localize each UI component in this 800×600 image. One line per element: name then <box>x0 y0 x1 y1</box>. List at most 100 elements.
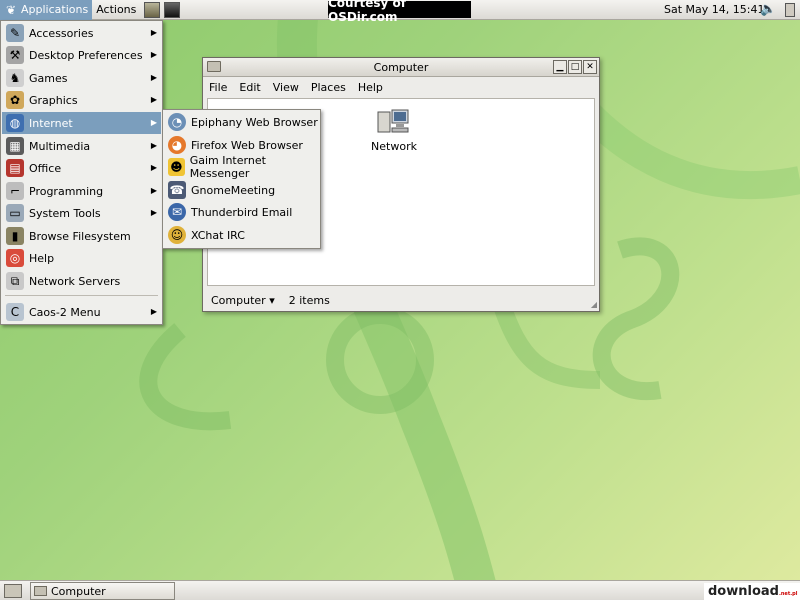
menu-item-multimedia[interactable]: ▦ Multimedia ▶ <box>2 135 161 157</box>
close-button[interactable]: ✕ <box>583 60 597 74</box>
location-dropdown[interactable]: Computer ▾ <box>211 294 275 307</box>
network-item-label[interactable]: Network <box>368 140 420 153</box>
show-desktop-icon[interactable] <box>4 584 22 598</box>
menu-item-network-servers[interactable]: ⧉ Network Servers <box>2 270 161 292</box>
folder-icon <box>34 586 47 596</box>
menu-item-label: Gaim Internet Messenger <box>189 154 266 180</box>
submenu-arrow-icon: ▶ <box>150 186 157 195</box>
menu-item-label: Network Servers <box>29 274 121 288</box>
menu-item-label: Games <box>29 71 68 85</box>
watermark-text: download <box>708 584 779 599</box>
filesystem-icon: ▮ <box>6 227 24 245</box>
menu-item-desktop-preferences[interactable]: ⚒ Desktop Preferences ▶ <box>2 44 161 66</box>
maximize-button[interactable]: □ <box>568 60 582 74</box>
menu-item-programming[interactable]: ⌐ Programming ▶ <box>2 180 161 202</box>
menu-item-label: Office <box>29 161 62 175</box>
joystick-icon: ♞ <box>6 69 24 87</box>
programming-icon: ⌐ <box>6 182 24 200</box>
file-manager-launcher-icon[interactable] <box>144 1 161 18</box>
window-titlebar[interactable]: Computer ▁ □ ✕ <box>203 58 599 77</box>
gnome-foot-icon: ❦ <box>5 2 17 17</box>
menu-separator <box>5 295 158 296</box>
item-count: 2 items <box>288 293 330 307</box>
menu-edit[interactable]: Edit <box>239 81 260 94</box>
menu-item-xchat[interactable]: ☺ XChat IRC <box>164 224 319 246</box>
menu-item-label: Accessories <box>29 26 94 40</box>
submenu-arrow-icon: ▶ <box>150 141 157 150</box>
power-icon[interactable] <box>785 3 795 17</box>
menu-item-caos-2-menu[interactable]: C Caos-2 Menu ▶ <box>2 301 161 323</box>
menu-item-label: System Tools <box>29 206 101 220</box>
preferences-icon: ⚒ <box>6 46 24 64</box>
download-watermark: download.net.pl <box>704 583 800 600</box>
lifebuoy-icon: ◎ <box>6 249 24 267</box>
accessories-icon: ✎ <box>6 24 24 42</box>
internet-submenu: ◔ Epiphany Web Browser ◕ Firefox Web Bro… <box>162 109 321 249</box>
epiphany-icon: ◔ <box>168 113 186 131</box>
submenu-arrow-icon: ▶ <box>150 50 157 59</box>
submenu-arrow-icon: ▶ <box>150 163 157 172</box>
menu-item-system-tools[interactable]: ▭ System Tools ▶ <box>2 202 161 224</box>
menu-item-label: GnomeMeeting <box>191 183 276 197</box>
actions-menu-button[interactable]: Actions <box>92 0 140 20</box>
menu-item-browse-filesystem[interactable]: ▮ Browse Filesystem <box>2 225 161 247</box>
xchat-icon: ☺ <box>168 226 186 244</box>
menu-places[interactable]: Places <box>311 81 346 94</box>
menu-item-office[interactable]: ▤ Office ▶ <box>2 157 161 179</box>
menu-item-label: XChat IRC <box>191 228 245 242</box>
submenu-arrow-icon: ▶ <box>150 73 157 82</box>
menu-help[interactable]: Help <box>358 81 383 94</box>
menu-item-games[interactable]: ♞ Games ▶ <box>2 67 161 89</box>
chevron-down-icon: ▾ <box>269 293 275 307</box>
submenu-arrow-icon: ▶ <box>150 208 157 217</box>
menu-item-accessories[interactable]: ✎ Accessories ▶ <box>2 22 161 44</box>
gnomemeeting-icon: ☎ <box>168 181 186 199</box>
menu-item-gnomemeeting[interactable]: ☎ GnomeMeeting <box>164 179 319 201</box>
menu-item-label: Epiphany Web Browser <box>191 115 318 129</box>
volume-icon[interactable]: 🔈 <box>760 2 776 17</box>
submenu-arrow-icon: ▶ <box>150 28 157 37</box>
network-icon[interactable] <box>376 108 412 138</box>
clock[interactable]: Sat May 14, 15:41 <box>664 3 764 16</box>
status-bar: Computer ▾ 2 items <box>207 290 595 310</box>
globe-icon: ◍ <box>6 114 24 132</box>
graphics-icon: ✿ <box>6 91 24 109</box>
system-tools-icon: ▭ <box>6 204 24 222</box>
menu-item-label: Internet <box>29 116 73 130</box>
applications-menu-button[interactable]: ❦ Applications <box>0 0 93 20</box>
menu-item-label: Graphics <box>29 93 78 107</box>
menu-item-thunderbird[interactable]: ✉ Thunderbird Email <box>164 201 319 223</box>
minimize-button[interactable]: ▁ <box>553 60 567 74</box>
gaim-icon: ☻ <box>168 158 185 176</box>
resize-grip-icon[interactable]: ◢ <box>591 300 597 309</box>
menu-item-label: Help <box>29 251 55 265</box>
menu-file[interactable]: File <box>209 81 227 94</box>
menu-item-gaim[interactable]: ☻ Gaim Internet Messenger <box>164 154 319 180</box>
office-icon: ▤ <box>6 159 24 177</box>
menu-item-label: Thunderbird Email <box>191 205 293 219</box>
menu-item-label: Browse Filesystem <box>29 229 131 243</box>
thunderbird-icon: ✉ <box>168 203 186 221</box>
window-title: Computer <box>373 61 429 74</box>
submenu-arrow-icon: ▶ <box>150 118 157 127</box>
menu-item-internet[interactable]: ◍ Internet ▶ <box>2 112 161 134</box>
menu-view[interactable]: View <box>273 81 299 94</box>
menu-item-label: Desktop Preferences <box>29 48 143 62</box>
applications-menu: ✎ Accessories ▶ ⚒ Desktop Preferences ▶ … <box>0 20 163 325</box>
courtesy-banner: Courtesy of OSDir.com <box>328 0 471 24</box>
bottom-panel: Computer <box>0 580 800 600</box>
menu-item-epiphany[interactable]: ◔ Epiphany Web Browser <box>164 111 319 133</box>
taskbar-item-computer[interactable]: Computer <box>30 582 175 600</box>
menu-item-help[interactable]: ◎ Help <box>2 247 161 269</box>
menu-item-firefox[interactable]: ◕ Firefox Web Browser <box>164 134 319 156</box>
menu-item-graphics[interactable]: ✿ Graphics ▶ <box>2 89 161 111</box>
submenu-arrow-icon: ▶ <box>150 95 157 104</box>
multimedia-icon: ▦ <box>6 137 24 155</box>
watermark-suffix: .net.pl <box>778 591 798 597</box>
menu-item-label: Programming <box>29 184 104 198</box>
menu-item-label: Firefox Web Browser <box>191 138 303 152</box>
terminal-launcher-icon[interactable] <box>164 1 181 18</box>
location-label: Computer <box>211 293 266 307</box>
menu-item-label: Multimedia <box>29 139 91 153</box>
menu-item-label: Caos-2 Menu <box>29 305 101 319</box>
